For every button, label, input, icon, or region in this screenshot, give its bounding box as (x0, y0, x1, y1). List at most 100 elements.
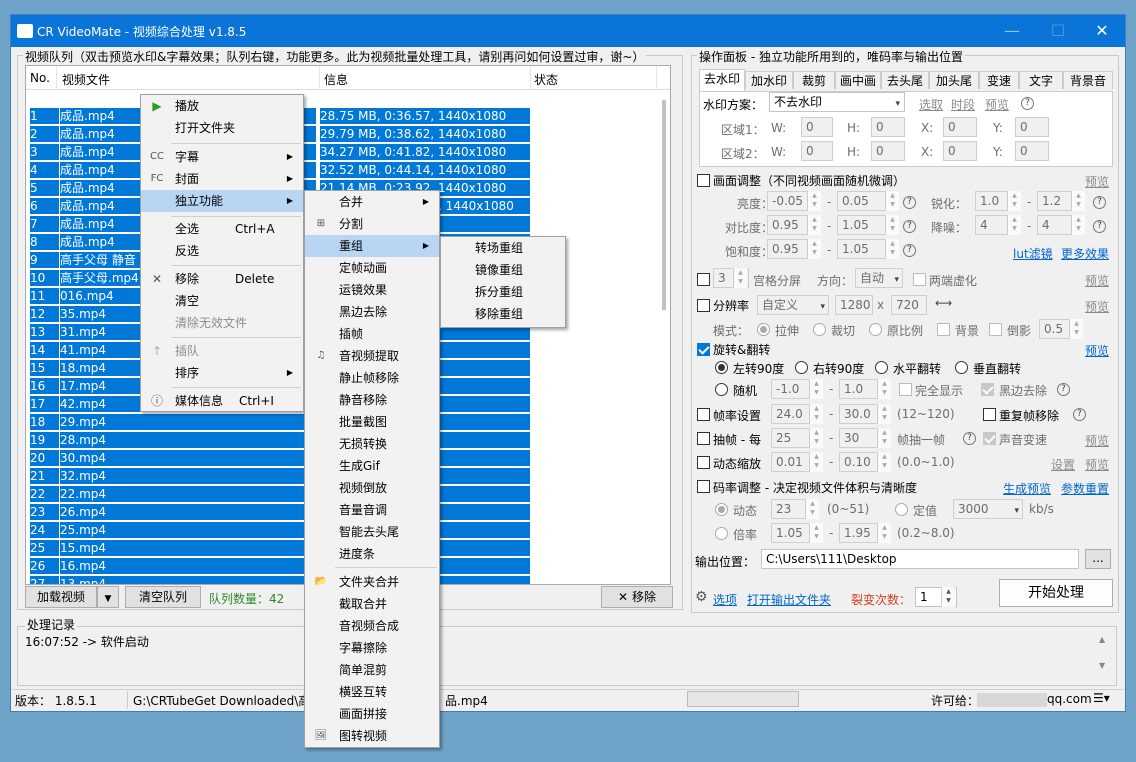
clear-queue-button[interactable]: 清空队列 (125, 586, 201, 608)
menu-sort[interactable]: 排序 ▶ (141, 362, 303, 384)
brightness-max-spin[interactable]: ▲ ▼ (885, 191, 899, 211)
submenu-item-24[interactable]: 🖼 图转视频 (305, 725, 439, 747)
resolution-mode-select[interactable]: 自定义 ▾ (757, 295, 829, 315)
fixed-radio[interactable] (895, 503, 908, 516)
area2-x[interactable]: 0 (943, 141, 977, 161)
resolution-height[interactable]: 720 (891, 295, 927, 315)
load-dropdown-button[interactable]: ▼ (97, 586, 119, 608)
dynamic-radio[interactable] (715, 503, 728, 516)
submenu-item-21[interactable]: 简单混剪 (305, 659, 439, 681)
black-border-checkbox[interactable] (981, 383, 994, 396)
fps-checkbox[interactable] (697, 408, 710, 421)
rotate-preview-link[interactable]: 预览 (1085, 342, 1109, 359)
help-icon[interactable]: ? (1073, 408, 1086, 421)
menu-invert-selection[interactable]: 反选 (141, 240, 303, 262)
menu-standalone-functions[interactable]: 独立功能 ▶ (141, 190, 303, 212)
denoise-min-spin[interactable]: ▲ ▼ (1007, 215, 1021, 235)
brightness-min-spin[interactable]: ▲ ▼ (807, 191, 821, 211)
help-icon[interactable]: ? (1021, 97, 1034, 110)
bg-checkbox[interactable] (937, 323, 950, 336)
menu-cover[interactable]: FC 封面 ▶ (141, 168, 303, 190)
blur-checkbox[interactable] (913, 273, 926, 286)
tilt-spin[interactable]: ▲ ▼ (1069, 319, 1083, 339)
tab-2[interactable]: 裁剪 (793, 71, 835, 89)
resolution-preview-link[interactable]: 预览 (1085, 298, 1109, 315)
submenu-item-2[interactable]: 重组 ▶ (305, 235, 439, 257)
submenu-item-3[interactable]: 定帧动画 (305, 257, 439, 279)
rotate-checkbox[interactable] (697, 343, 710, 356)
zoom-preview-link[interactable]: 预览 (1085, 456, 1109, 473)
zoom-max-spin[interactable]: ▲ ▼ (877, 452, 891, 472)
fps-min-spin[interactable]: ▲ ▼ (809, 404, 823, 424)
col-no[interactable]: No. (30, 71, 50, 85)
area2-y[interactable]: 0 (1015, 141, 1049, 161)
submenu-item-1[interactable]: ⊞ 分割 (305, 213, 439, 235)
saturation-max-spin[interactable]: ▲ ▼ (885, 239, 899, 259)
lut-filter-link[interactable]: lut滤镜 (1013, 245, 1053, 262)
menu-clear[interactable]: 清空 (141, 290, 303, 312)
bitrate-checkbox[interactable] (697, 480, 710, 493)
menu-insert[interactable]: ↑ 插队 (141, 340, 303, 362)
mode-crop-radio[interactable] (813, 323, 826, 336)
random-radio[interactable] (715, 383, 728, 396)
denoise-max-spin[interactable]: ▲ ▼ (1071, 215, 1085, 235)
help-icon[interactable]: ? (903, 220, 916, 233)
maximize-button[interactable]: ☐ (1035, 15, 1081, 47)
drop-frame-checkbox[interactable] (697, 432, 710, 445)
multiplier-min-spin[interactable]: ▲ ▼ (809, 523, 823, 543)
tab-1[interactable]: 加水印 (745, 71, 793, 89)
area2-h[interactable]: 0 (871, 141, 905, 161)
minimize-button[interactable]: — (989, 15, 1035, 47)
tab-4[interactable]: 去头尾 (881, 71, 929, 89)
submenu-item-20[interactable]: 字幕擦除 (305, 637, 439, 659)
grid-preview-link[interactable]: 预览 (1085, 272, 1109, 289)
zoom-checkbox[interactable] (697, 456, 710, 469)
sharpen-min-spin[interactable]: ▲ ▼ (1007, 191, 1021, 211)
submenu-item-12[interactable]: 生成Gif (305, 455, 439, 477)
help-icon[interactable]: ? (903, 196, 916, 209)
adjust-preview-link[interactable]: 预览 (1085, 173, 1109, 190)
generate-preview-link[interactable]: 生成预览 (1003, 480, 1051, 497)
load-video-button[interactable]: 加载视频 (25, 586, 97, 608)
submenu-item-19[interactable]: 音视频合成 (305, 615, 439, 637)
submenu-item-15[interactable]: 智能去头尾 (305, 521, 439, 543)
help-icon[interactable]: ? (903, 244, 916, 257)
submenu-item-14[interactable]: 音量音调 (305, 499, 439, 521)
remove-button[interactable]: ✕ 移除 (601, 586, 673, 608)
start-processing-button[interactable]: 开始处理 (999, 579, 1113, 607)
submenu-item-0[interactable]: 合并 ▶ (305, 191, 439, 213)
zoom-settings-link[interactable]: 设置 (1051, 456, 1075, 473)
col-status[interactable]: 状态 (534, 71, 558, 88)
swap-icon[interactable]: ⟷ (935, 296, 952, 310)
area1-h[interactable]: 0 (871, 117, 905, 137)
menu-clear-invalid[interactable]: 清除无效文件 (141, 312, 303, 334)
menu-play[interactable]: ▶ 播放 (141, 95, 303, 117)
close-button[interactable]: ✕ (1079, 15, 1125, 47)
output-path-field[interactable]: C:\Users\111\Desktop (761, 549, 1079, 569)
submenu-item-6[interactable]: 插帧 (305, 323, 439, 345)
multiplier-max-spin[interactable]: ▲ ▼ (877, 523, 891, 543)
drop-max-spin[interactable]: ▲ ▼ (877, 428, 891, 448)
area1-y[interactable]: 0 (1015, 117, 1049, 137)
random-max-spin[interactable]: ▲ ▼ (877, 379, 891, 399)
direction-select[interactable]: 自动 ▾ (855, 268, 903, 288)
help-icon[interactable]: ? (1057, 383, 1070, 396)
mode-stretch-radio[interactable] (757, 323, 770, 336)
tilt-checkbox[interactable] (989, 323, 1002, 336)
resolution-checkbox[interactable] (697, 299, 710, 312)
tab-0[interactable]: 去水印 (699, 69, 745, 91)
wm-preview-link[interactable]: 预览 (985, 96, 1009, 113)
contrast-min-spin[interactable]: ▲ ▼ (807, 215, 821, 235)
grid-count-spin[interactable]: ▲ ▼ (733, 268, 747, 288)
wm-scheme-select[interactable]: 不去水印 ▾ (769, 92, 905, 112)
fission-spin[interactable]: ▲ ▼ (941, 587, 955, 607)
random-min-spin[interactable]: ▲ ▼ (809, 379, 823, 399)
submenu-item-4[interactable]: 运镜效果 (305, 279, 439, 301)
col-file[interactable]: 视频文件 (62, 71, 110, 88)
submenu-item-23[interactable]: 画面拼接 (305, 703, 439, 725)
help-icon[interactable]: ? (1093, 196, 1106, 209)
wm-select-link[interactable]: 选取 (919, 96, 943, 113)
submenu-item-13[interactable]: 视频倒放 (305, 477, 439, 499)
pitch-checkbox[interactable] (983, 432, 996, 445)
vflip-radio[interactable] (955, 361, 968, 374)
